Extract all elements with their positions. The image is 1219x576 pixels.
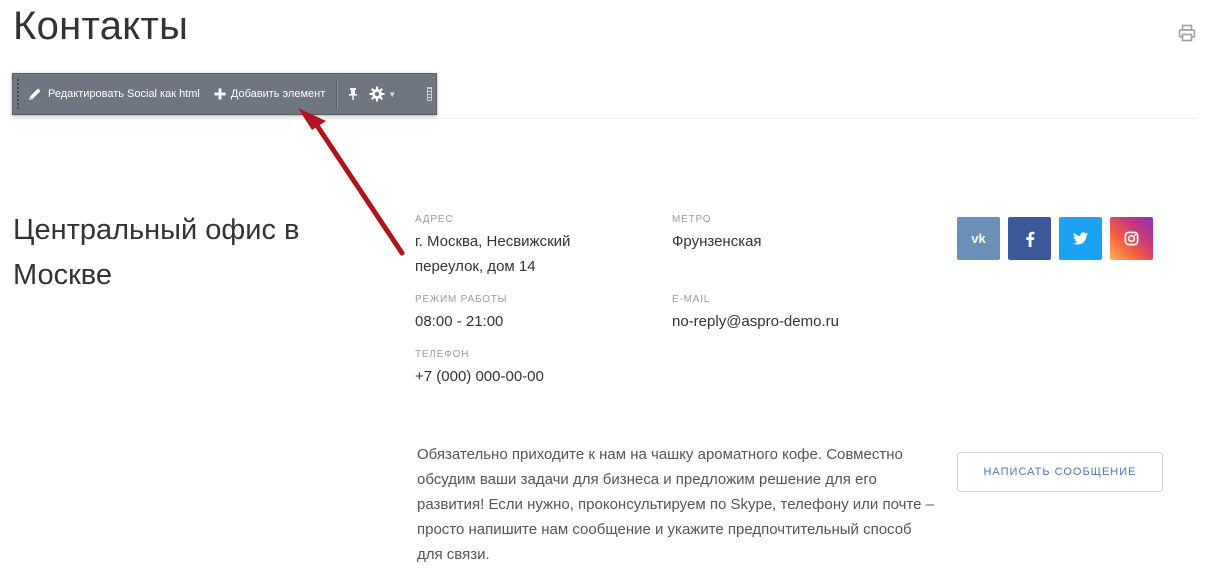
- settings-button[interactable]: ▼: [364, 74, 401, 114]
- write-message-button[interactable]: Написать сообщение: [957, 452, 1163, 492]
- print-icon[interactable]: [1178, 24, 1196, 42]
- facebook-link[interactable]: [1008, 217, 1051, 260]
- phone-link[interactable]: +7 (000) 000-00-00: [415, 364, 655, 389]
- gear-icon: [369, 86, 385, 102]
- pencil-icon: [29, 88, 41, 100]
- pin-button[interactable]: [342, 74, 364, 114]
- contact-description: Обязательно приходите к нам на чашку аро…: [417, 446, 934, 563]
- hours-label: Режим работы: [415, 294, 508, 305]
- header-divider: [13, 118, 1197, 119]
- hours-field: Режим работы 08:00 - 21:00: [415, 294, 655, 334]
- plus-icon: [214, 88, 226, 100]
- chevron-down-icon: ▼: [388, 89, 397, 99]
- toolbar-resize-handle[interactable]: [427, 87, 432, 101]
- instagram-link[interactable]: [1110, 217, 1153, 260]
- office-title: Центральный офис в Москве: [13, 214, 300, 291]
- email-link[interactable]: no-reply@aspro-demo.ru: [672, 309, 932, 334]
- vk-icon: vk: [971, 231, 986, 246]
- edit-as-html-button[interactable]: Редактировать Social как html: [20, 74, 207, 114]
- admin-toolbar: Редактировать Social как html Добавить э…: [12, 73, 437, 115]
- facebook-icon: [1025, 231, 1034, 247]
- address-line-1: г. Москва, Несвижский: [415, 233, 571, 250]
- vk-link[interactable]: vk: [957, 217, 1000, 260]
- twitter-icon: [1073, 232, 1088, 245]
- phone-label: Телефон: [415, 349, 470, 360]
- add-element-label: Добавить элемент: [230, 88, 326, 100]
- email-field: E-mail no-reply@aspro-demo.ru: [672, 294, 932, 334]
- metro-field: Метро Фрунзенская: [672, 214, 912, 254]
- hours-value: 08:00 - 21:00: [415, 313, 504, 330]
- metro-value: Фрунзенская: [672, 233, 762, 250]
- edit-as-html-label: Редактировать Social как html: [48, 88, 200, 100]
- address-field: Адрес г. Москва, Несвижский переулок, до…: [415, 214, 655, 279]
- toolbar-separator: [336, 79, 339, 109]
- metro-label: Метро: [672, 214, 712, 225]
- social-links: vk: [957, 217, 1153, 260]
- add-element-button[interactable]: Добавить элемент: [207, 74, 332, 114]
- address-line-2: переулок, дом 14: [415, 258, 536, 275]
- twitter-link[interactable]: [1059, 217, 1102, 260]
- pin-icon: [349, 88, 358, 100]
- address-label: Адрес: [415, 214, 454, 225]
- page-title: Контакты: [13, 4, 189, 48]
- instagram-icon: [1124, 231, 1139, 246]
- email-label: E-mail: [672, 294, 711, 305]
- phone-field: Телефон +7 (000) 000-00-00: [415, 349, 655, 389]
